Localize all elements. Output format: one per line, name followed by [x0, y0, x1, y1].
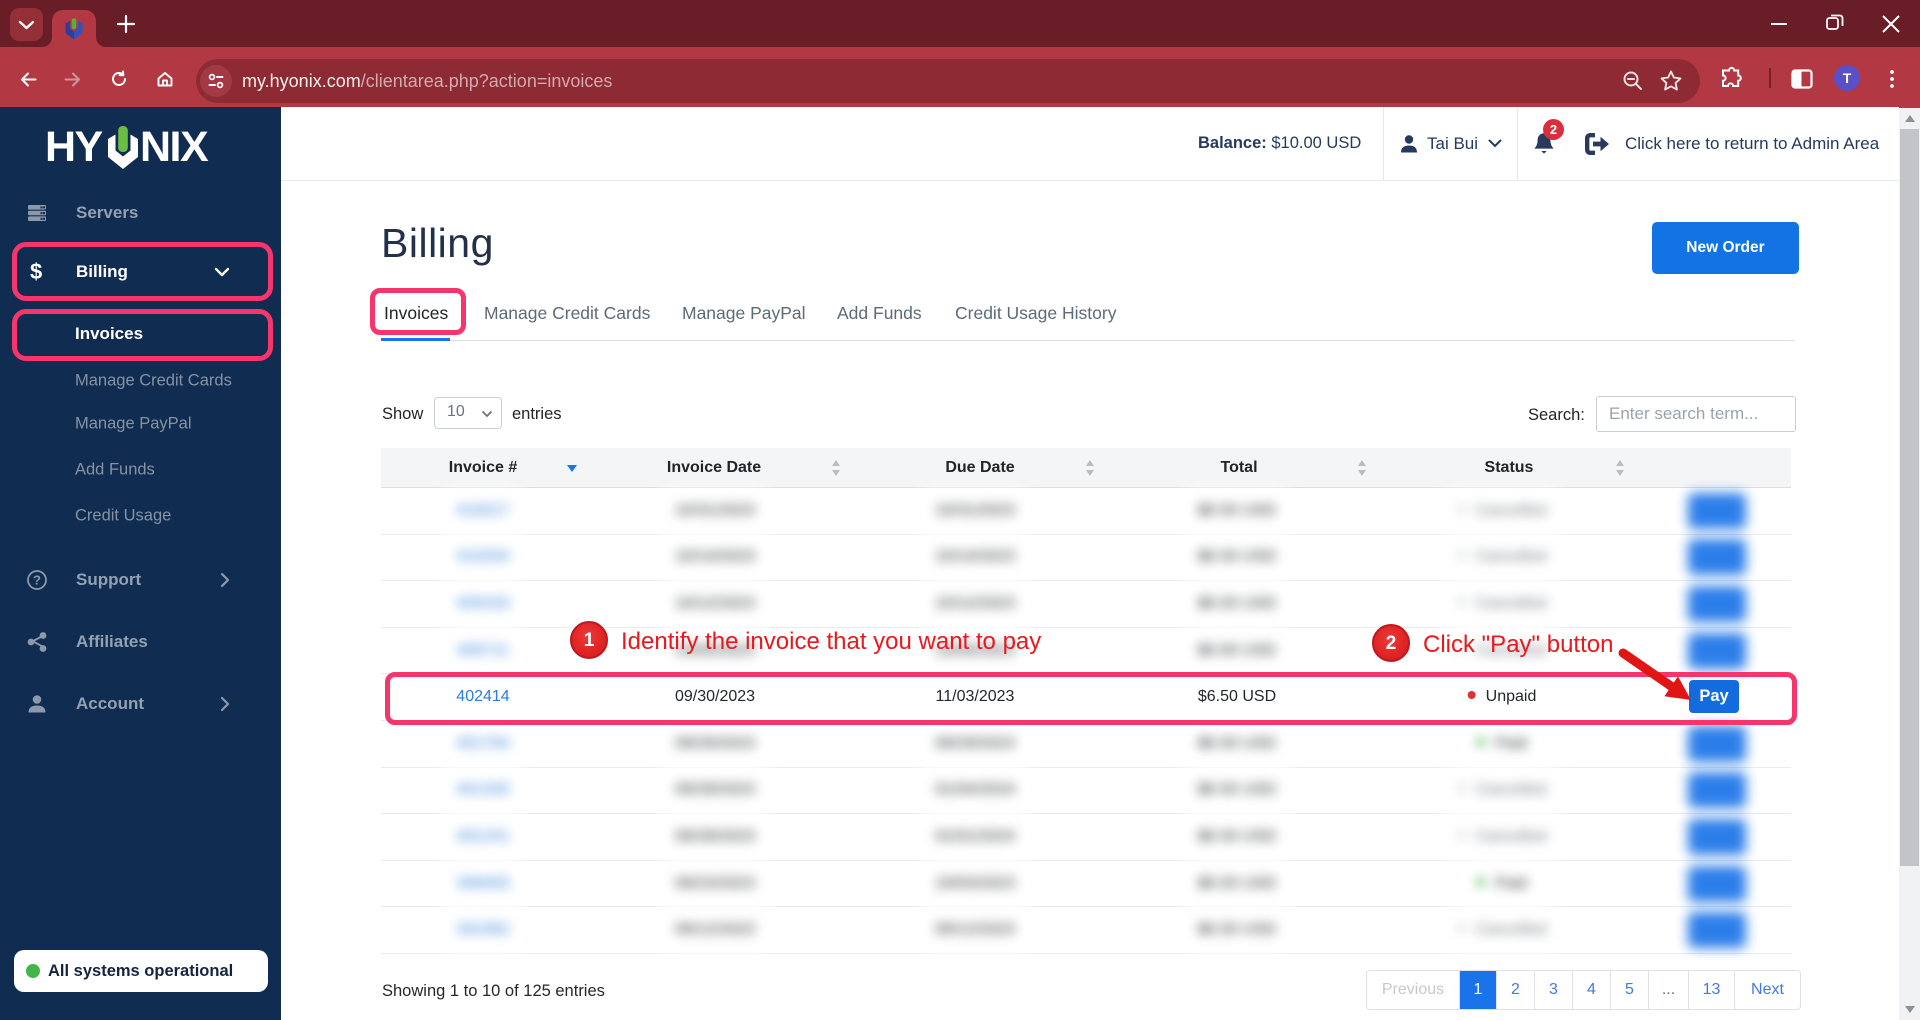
- svg-text:?: ?: [33, 573, 41, 588]
